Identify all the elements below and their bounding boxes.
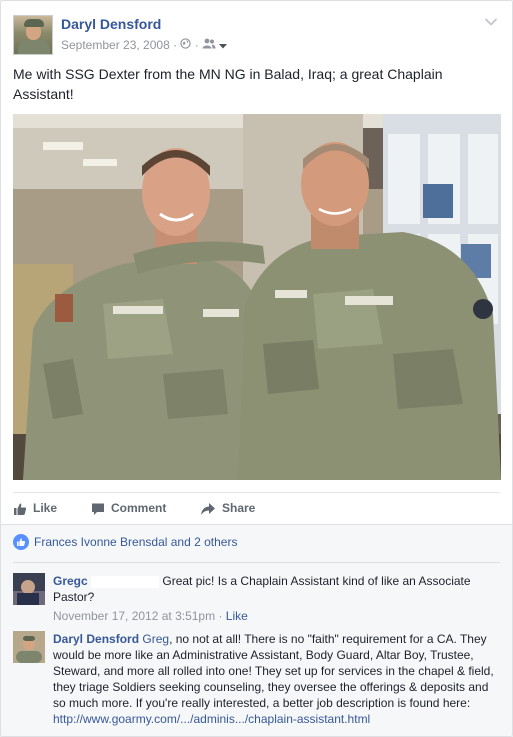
comment-like-link[interactable]: Like <box>226 609 248 623</box>
post-card: Daryl Densford September 23, 2008 · · Me… <box>0 0 513 737</box>
commenter-avatar[interactable] <box>13 573 45 605</box>
caret-down-icon[interactable] <box>219 38 228 52</box>
comment-author[interactable]: Daryl Densford <box>53 632 139 646</box>
author-name[interactable]: Daryl Densford <box>61 16 161 32</box>
comment-icon <box>92 503 104 515</box>
comment-text: Daryl Densford Greg, no not at all! Ther… <box>53 632 494 726</box>
likes-summary: Frances Ivonne Brensdal and 2 others <box>13 534 237 554</box>
like-badge-icon <box>13 534 29 550</box>
post-meta: September 23, 2008 · · <box>61 37 228 52</box>
comment-url-link[interactable]: http://www.goarmy.com/.../adminis.../cha… <box>53 712 370 726</box>
share-button[interactable]: Share <box>200 493 255 525</box>
post-header: Daryl Densford September 23, 2008 · · <box>13 13 500 57</box>
comment-text: Gregc Great pic! Is a Chaplain Assistant… <box>53 574 471 604</box>
post-photo[interactable] <box>13 114 501 480</box>
commenter-avatar[interactable] <box>13 631 45 663</box>
comment-meta: November 17, 2012 at 3:51pm · Like <box>53 609 248 623</box>
post-date[interactable]: September 23, 2008 <box>61 38 170 52</box>
mention-link[interactable]: Greg <box>142 632 169 646</box>
comment-timestamp[interactable]: November 17, 2012 at 3:51pm <box>53 609 215 623</box>
divider <box>13 562 500 563</box>
thumbs-up-icon <box>14 503 27 515</box>
share-icon <box>201 502 215 515</box>
comment-button[interactable]: Comment <box>91 493 166 525</box>
comments-section: Frances Ivonne Brensdal and 2 others Gre… <box>1 524 512 736</box>
redacted-block <box>91 575 160 588</box>
comment-author[interactable]: Gregc <box>53 574 88 588</box>
globe-icon <box>180 38 194 52</box>
post-text: Me with SSG Dexter from the MN NG in Bal… <box>13 66 443 102</box>
author-avatar[interactable] <box>13 15 53 55</box>
post-actions: Like Comment Share <box>13 492 500 525</box>
likes-names[interactable]: Frances Ivonne Brensdal and 2 others <box>34 535 237 549</box>
comment-item: Daryl Densford Greg, no not at all! Ther… <box>13 631 500 736</box>
comment-item: Gregc Great pic! Is a Chaplain Assistant… <box>13 573 500 633</box>
like-button[interactable]: Like <box>13 493 57 525</box>
chevron-down-icon[interactable] <box>484 16 500 28</box>
friends-icon[interactable] <box>202 38 219 52</box>
